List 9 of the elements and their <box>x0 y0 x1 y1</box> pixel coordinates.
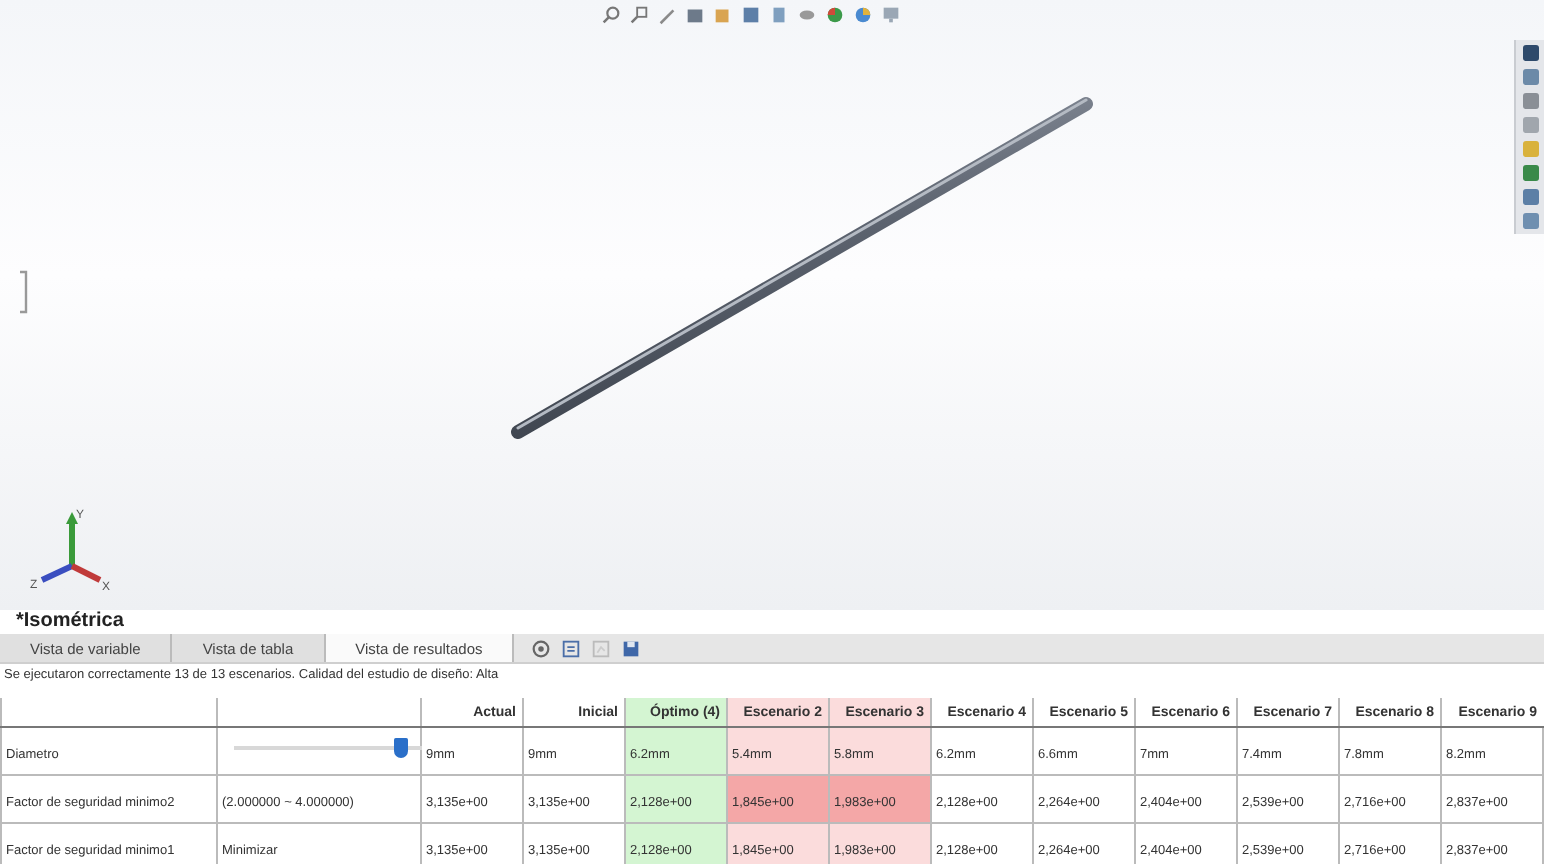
save-icon[interactable] <box>620 637 643 659</box>
magnifier-icon[interactable] <box>600 4 622 26</box>
pencil-icon[interactable] <box>656 4 678 26</box>
list-icon[interactable] <box>560 637 583 659</box>
gear-icon[interactable] <box>530 637 553 659</box>
panel-handle-icon[interactable] <box>18 270 28 314</box>
monitor-icon[interactable] <box>880 4 902 26</box>
slider-thumb[interactable] <box>393 737 408 757</box>
magnifier-icon[interactable] <box>628 4 650 26</box>
